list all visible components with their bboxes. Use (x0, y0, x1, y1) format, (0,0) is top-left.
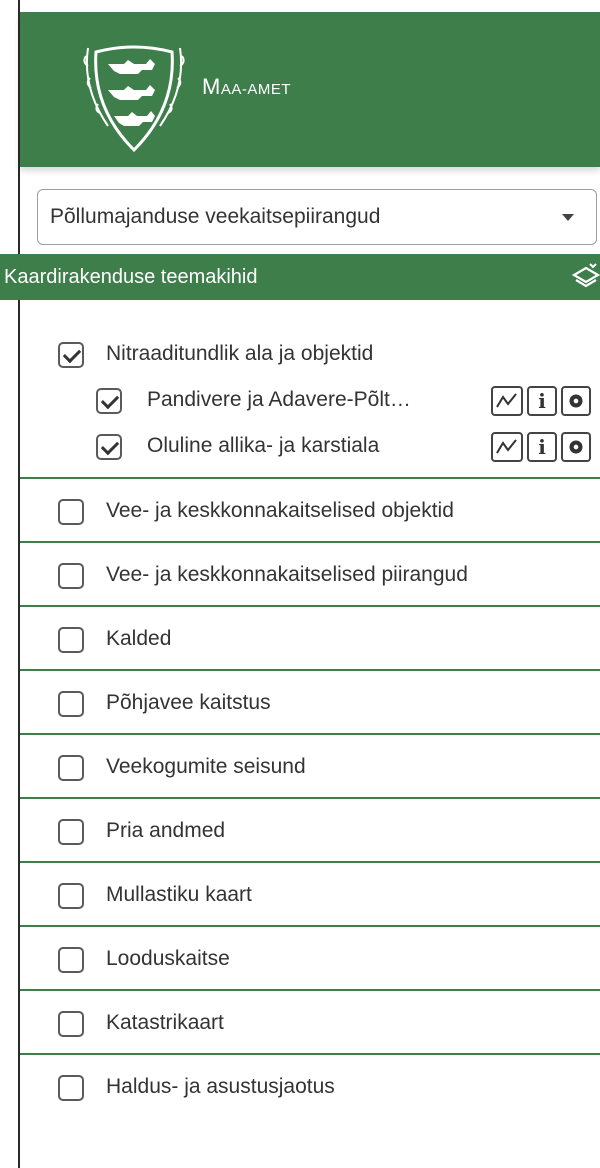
header: MAA-AMET (20, 12, 600, 167)
layer-label: Vee- ja keskkonnakaitselised piirangud (106, 563, 468, 586)
info-icon[interactable]: i (527, 386, 557, 416)
gear-icon[interactable] (561, 386, 591, 416)
legend-icon[interactable] (491, 386, 523, 416)
sublayer-label: Oluline allika- ja karstiala (147, 434, 380, 457)
layer-label: Pria andmed (106, 819, 226, 842)
layer-row[interactable]: Haldus- ja asustusjaotus (20, 1055, 600, 1119)
layer-checkbox[interactable] (58, 819, 84, 845)
chevron-down-icon (562, 214, 574, 221)
legend-icon[interactable] (491, 432, 523, 462)
coat-of-arms-logo (83, 45, 185, 153)
layer-checkbox[interactable] (58, 883, 84, 909)
layer-label: Veekogumite seisund (106, 755, 306, 778)
layer-label: Põhjavee kaitstus (106, 691, 271, 714)
info-icon[interactable]: i (527, 432, 557, 462)
layer-checkbox[interactable] (58, 499, 84, 525)
sublayer-checkbox-allika[interactable] (96, 434, 122, 460)
layer-label: Kalded (106, 627, 172, 650)
gear-icon[interactable] (561, 432, 591, 462)
layer-checkbox[interactable] (58, 691, 84, 717)
theme-select-value: Põllumajanduse veekaitsepiirangud (50, 205, 381, 228)
sublayer-tools: i (491, 386, 591, 416)
section-header: Kaardirakenduse teemakihid (0, 254, 600, 300)
layer-checkbox[interactable] (58, 755, 84, 781)
sublayer-label: Pandivere ja Adavere-Põlt… (147, 388, 411, 411)
layer-row[interactable]: Looduskaitse (20, 927, 600, 991)
layer-row[interactable]: Pria andmed (20, 799, 600, 863)
sublayer-tools: i (491, 432, 591, 462)
layer-group-nitraaditundlik: Nitraaditundlik ala ja objektid Pandiver… (20, 300, 600, 479)
layer-row[interactable]: Vee- ja keskkonnakaitselised objektid (20, 479, 600, 543)
layer-checkbox[interactable] (58, 1011, 84, 1037)
layer-checkbox[interactable] (58, 627, 84, 653)
layer-row[interactable]: Kalded (20, 607, 600, 671)
layer-label: Looduskaitse (106, 947, 230, 970)
section-title: Kaardirakenduse teemakihid (4, 265, 258, 288)
layer-label: Vee- ja keskkonnakaitselised objektid (106, 499, 454, 522)
layer-checkbox[interactable] (58, 1075, 84, 1101)
layer-row[interactable]: Põhjavee kaitstus (20, 671, 600, 735)
layer-checkbox[interactable] (58, 947, 84, 973)
layer-row[interactable]: Katastrikaart (20, 991, 600, 1055)
layer-label: Mullastiku kaart (106, 883, 252, 906)
layer-label: Nitraaditundlik ala ja objektid (106, 342, 374, 365)
sublayer-checkbox-pandivere[interactable] (96, 388, 122, 414)
layer-row[interactable]: Veekogumite seisund (20, 735, 600, 799)
layer-row[interactable]: Vee- ja keskkonnakaitselised piirangud (20, 543, 600, 607)
layer-label: Haldus- ja asustusjaotus (106, 1075, 335, 1098)
organization-name: MAA-AMET (202, 74, 292, 99)
layer-row[interactable]: Mullastiku kaart (20, 863, 600, 927)
layer-list: Nitraaditundlik ala ja objektid Pandiver… (20, 300, 600, 1119)
theme-select[interactable]: Põllumajanduse veekaitsepiirangud (37, 189, 597, 245)
layer-checkbox[interactable] (58, 563, 84, 589)
layer-checkbox-nitraaditundlik[interactable] (58, 342, 84, 368)
layer-label: Katastrikaart (106, 1011, 224, 1034)
layers-icon[interactable] (572, 262, 600, 292)
